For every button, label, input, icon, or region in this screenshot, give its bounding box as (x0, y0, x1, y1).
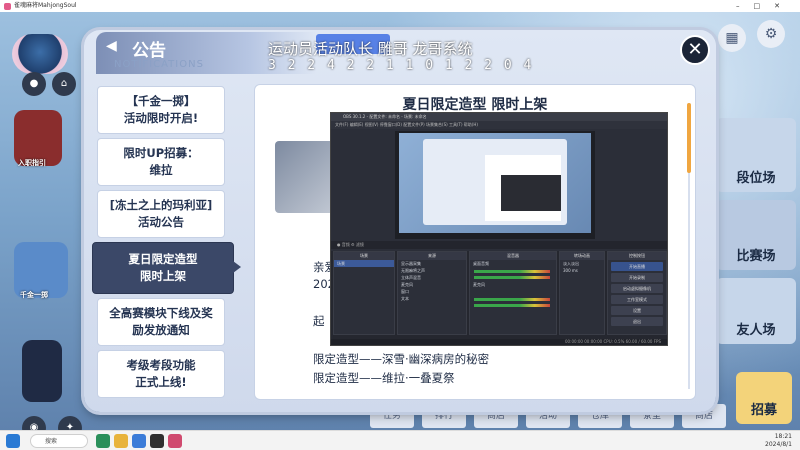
obs-source-item[interactable]: 立体声混音 (398, 274, 466, 281)
folder-icon[interactable] (114, 434, 128, 448)
app-icon[interactable] (96, 434, 110, 448)
friend-match-label: 友人场 (736, 323, 776, 338)
obs-dock-head: 混音器 (470, 252, 556, 260)
window-controls[interactable]: –□✕ (736, 0, 794, 12)
obs-dock-head: 来源 (398, 252, 466, 260)
obs-source-item[interactable]: 显示器采集 (398, 260, 466, 267)
obs-dock-head: 场景 (334, 252, 394, 260)
tray-date: 2024/8/1 (765, 441, 792, 448)
obs-scene-item[interactable]: 场景 (334, 260, 394, 267)
obs-titlebar: OBS 30.1.2 - 配置文件: 未命名 - 场景: 未命名 (331, 113, 667, 121)
obs-dock-scenes: 场景 场景 (333, 251, 395, 335)
obs-audio-meter (474, 276, 550, 279)
obs-dock-transitions: 转场动画 淡入淡出 300 ms (559, 251, 605, 335)
obs-start-stream-button[interactable]: 开始直播 (611, 262, 663, 271)
system-tray[interactable]: 18:21 2024/8/1 (765, 433, 792, 449)
modal-subtitle: NOTIFICATIONS (114, 59, 204, 70)
character-portrait (22, 340, 62, 402)
notification-badge-icon[interactable]: ● (22, 72, 46, 96)
rail-label-guide: 入职指引 (18, 159, 46, 167)
tournament-label: 比赛场 (736, 249, 776, 264)
notice-tab-label: 夏日限定造型 限时上架 (128, 252, 198, 283)
browser-icon[interactable] (132, 434, 146, 448)
obs-source-item[interactable]: 窗口 (398, 288, 466, 295)
taskbar: 搜索 18:21 2024/8/1 (0, 430, 800, 450)
obs-mixer-track: 桌面音频 (473, 261, 489, 266)
tray-time: 18:21 (774, 433, 792, 440)
close-button[interactable]: ✕ (680, 35, 710, 65)
window-titlebar: 雀魂麻将MahjongSoul –□✕ (0, 0, 800, 12)
notice-tab-5[interactable]: 考级考段功能 正式上线! (97, 350, 225, 398)
app-icon (4, 3, 11, 10)
obs-audio-meter (474, 270, 550, 273)
obs-audio-meter (474, 298, 550, 301)
obs-studio-mode-button[interactable]: 工作室模式 (611, 295, 663, 304)
taskbar-search[interactable]: 搜索 (30, 434, 88, 448)
modal-title: 公告 (132, 41, 166, 61)
obs-start-recording-button[interactable]: 开始录制 (611, 273, 663, 282)
obs-menubar[interactable]: 文件(F) 编辑(E) 视图(V) 停靠窗口(D) 配置文件(P) 场景集合(S… (331, 121, 667, 129)
calendar-icon[interactable]: ▦ (718, 24, 746, 52)
ranked-match-button[interactable]: 段位场 (716, 118, 796, 192)
notice-tab-2[interactable]: [冻土之上的玛利亚] 活动公告 (97, 190, 225, 238)
obs-window: OBS 30.1.2 - 配置文件: 未命名 - 场景: 未命名 文件(F) 编… (330, 112, 668, 346)
obs-dock-controls: 控制按钮 开始直播 开始录制 启动虚拟摄像机 工作室模式 设置 退出 (607, 251, 667, 335)
left-rail: ● ⌂ 入职指引 千金一掷 ◉ ✦ (0, 12, 85, 440)
notice-tab-label: 限时UP招募： 维拉 (123, 146, 199, 177)
stream-overlay-numbers: 3 2 2 4 2 2 1 1 0 1 2 2 0 4 (268, 58, 534, 73)
player-avatar[interactable] (12, 34, 68, 74)
mail-badge-icon[interactable]: ⌂ (52, 72, 76, 96)
obs-source-item[interactable]: 文本 (398, 295, 466, 302)
obs-dock-head: 控制按钮 (608, 252, 666, 260)
obs-dock-head: 转场动画 (560, 252, 604, 260)
notice-body-line: 限定造型——维拉·一叠夏祭 (313, 371, 455, 385)
obs-preview (395, 131, 595, 239)
rail-label-event: 千金一掷 (20, 291, 48, 299)
window-title: 雀魂麻将MahjongSoul (14, 2, 77, 9)
obs-audio-meter (474, 304, 550, 307)
obs-icon[interactable] (150, 434, 164, 448)
close-icon: ✕ (687, 39, 703, 60)
megaphone-icon: ◀ (106, 38, 117, 54)
notice-title: 夏日限定造型 限时上架 (402, 97, 548, 113)
obs-mixer-track: 麦克风 (473, 282, 485, 287)
tournament-button[interactable]: 比赛场 (716, 200, 796, 270)
obs-docks: 场景 场景 来源 显示器采集 无限麻将之声 立体声混音 麦克风 窗口 文本 混音… (331, 251, 667, 341)
game-icon[interactable] (168, 434, 182, 448)
notice-tab-3[interactable]: 夏日限定造型 限时上架 (92, 242, 241, 294)
notice-tab-0[interactable]: 【千金一掷】 活动限时开启! (97, 86, 225, 134)
stream-overlay-text: 运动员活动队长 雕哥 龙哥系统 (268, 40, 473, 58)
obs-source-item[interactable]: 麦克风 (398, 281, 466, 288)
notice-tab-label: 【千金一掷】 活动限时开启! (123, 94, 199, 125)
obs-transition-duration[interactable]: 300 ms (560, 267, 604, 274)
obs-exit-button[interactable]: 退出 (611, 317, 663, 326)
friend-match-button[interactable]: 友人场 (716, 278, 796, 344)
obs-settings-button[interactable]: 设置 (611, 306, 663, 315)
notice-tab-label: 全高赛模块下线及奖 励发放通知 (109, 306, 213, 337)
obs-transition-select[interactable]: 淡入淡出 (560, 260, 604, 267)
ranked-match-label: 段位场 (736, 171, 776, 186)
obs-preview-frame (399, 133, 591, 233)
scrollbar-thumb[interactable] (687, 103, 691, 173)
obs-preview-nested (501, 175, 561, 211)
notice-body-line: 限定造型——深雪·幽深病房的秘密 (313, 352, 490, 366)
obs-virtual-camera-button[interactable]: 启动虚拟摄像机 (611, 284, 663, 293)
notice-body-line: 起 (313, 314, 325, 328)
obs-dock-sources: 来源 显示器采集 无限麻将之声 立体声混音 麦克风 窗口 文本 (397, 251, 467, 335)
gear-icon[interactable]: ⚙ (757, 20, 785, 48)
obs-preview-modal (423, 139, 567, 225)
notice-tab-4[interactable]: 全高赛模块下线及奖 励发放通知 (97, 298, 225, 346)
notice-tab-label: [冻土之上的玛利亚] 活动公告 (109, 198, 213, 229)
notice-tab-1[interactable]: 限时UP招募： 维拉 (97, 138, 225, 186)
obs-statusbar: 00:00:00 00:00:00 CPU: 0.5% 60.00 / 60.0… (331, 339, 667, 345)
start-icon[interactable] (6, 434, 20, 448)
obs-source-toolbar[interactable]: ● 音频 ⚙ 滤镜 (331, 241, 667, 249)
obs-source-item[interactable]: 无限麻将之声 (398, 267, 466, 274)
obs-dock-mixer: 混音器 桌面音频 麦克风 (469, 251, 557, 335)
notice-tab-label: 考级考段功能 正式上线! (126, 358, 196, 389)
